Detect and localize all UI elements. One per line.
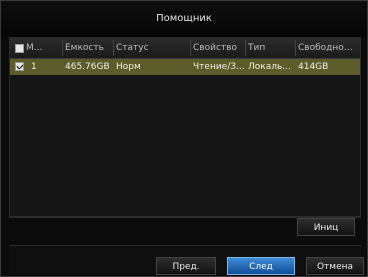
col-header-type[interactable]: Тип [246,38,295,58]
cell-capacity: 465.76GB [65,62,110,72]
row-checkbox[interactable] [15,62,24,71]
cell-free: 414GB [298,62,329,72]
cell-type: Локаль... [248,62,291,72]
init-button[interactable]: Иниц [297,218,355,236]
cell-property: Чтение/З... [193,62,245,72]
col-header-number[interactable]: М... [24,38,62,58]
table-row[interactable]: 1 465.76GB Норм Чтение/З... Локаль... 41… [10,59,360,75]
select-all-checkbox[interactable] [15,44,24,53]
dialog-title: Помощник [1,1,367,37]
divider [9,217,361,218]
cell-status: Норм [116,62,141,72]
col-header-property[interactable]: Свойство [191,38,245,58]
col-header-status[interactable]: Статус [114,38,190,58]
col-header-capacity[interactable]: Емкость [63,38,113,58]
col-header-free[interactable]: Свободное ... [296,38,358,58]
cancel-button[interactable]: Отмена [306,257,364,275]
prev-button[interactable]: Пред. [156,257,216,275]
cell-number: 1 [31,62,37,72]
table-header: М... Емкость Статус Свойство Тип Свободн… [10,38,360,59]
disk-table: М... Емкость Статус Свойство Тип Свободн… [9,37,361,217]
next-button[interactable]: След [227,257,295,275]
dialog-window: Помощник М... Емкость Статус Свойство Ти… [0,0,368,277]
